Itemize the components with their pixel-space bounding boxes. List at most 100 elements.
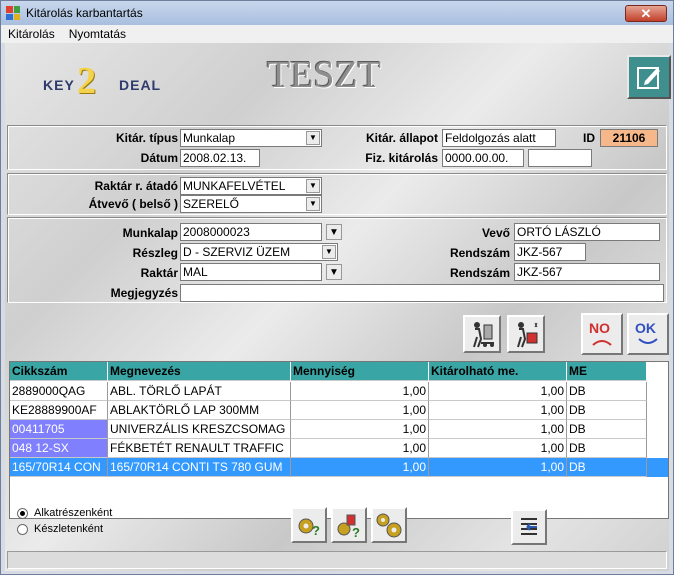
kitar-allapot-field[interactable]: Feldolgozás alatt: [442, 129, 556, 147]
worker-box-icon: [517, 322, 538, 348]
atvevo-select[interactable]: SZERELŐ ▼: [180, 195, 322, 213]
col-header-kitarolhato[interactable]: Kitárolható me.: [429, 362, 567, 381]
id-value: 21106: [600, 129, 658, 147]
title-bar: Kitárolás karbantartás ✕: [1, 1, 673, 25]
menu-item-nyomtatas[interactable]: Nyomtatás: [62, 27, 133, 41]
col-header-megnevezes[interactable]: Megnevezés: [108, 362, 291, 381]
chevron-down-icon[interactable]: ▼: [306, 179, 320, 193]
datum-field[interactable]: 2008.02.13.: [180, 149, 260, 167]
kitar-tipus-value: Munkalap: [183, 131, 236, 145]
worksheet-panel: Munkalap 2008000023 ▼ Vevő ORTÓ LÁSZLÓ R…: [7, 217, 667, 303]
svg-text:?: ?: [312, 523, 320, 538]
id-label: ID: [583, 131, 595, 145]
cell-megnevezes: ABLAKTÖRLŐ LAP 300MM: [108, 401, 291, 420]
datum-label: Dátum: [140, 151, 178, 165]
gears-icon: [376, 513, 402, 538]
fiz-kitarolas-label: Fiz. kitárolás: [365, 151, 438, 165]
cell-mennyiseg: 1,00: [291, 458, 429, 477]
gear-query-button[interactable]: ?: [291, 507, 327, 543]
raktar-label: Raktár: [140, 266, 178, 280]
cell-cikkszam: 048 12-SX: [10, 439, 108, 458]
environment-label: TESZT: [267, 54, 381, 96]
kitar-allapot-label: Kitár. állapot: [365, 131, 438, 145]
cell-kitarolhato: 1,00: [429, 439, 567, 458]
edit-button[interactable]: [627, 55, 671, 99]
cell-me: DB: [567, 439, 647, 458]
cell-me: DB: [567, 382, 647, 401]
window-title: Kitárolás karbantartás: [26, 6, 143, 20]
list-arrow-icon: [521, 518, 537, 535]
table-header: Cikkszám Megnevezés Mennyiség Kitárolhat…: [10, 362, 647, 381]
vevo-label: Vevő: [481, 226, 510, 240]
cell-mennyiseg: 1,00: [291, 439, 429, 458]
cell-me: DB: [567, 458, 647, 477]
menu-bar: Kitárolás Nyomtatás: [1, 25, 673, 43]
cell-megnevezes: 165/70R14 CONTI TS 780 GUM: [108, 458, 291, 477]
cell-kitarolhato: 1,00: [429, 382, 567, 401]
table-row-selected[interactable]: 165/70R14 CON 165/70R14 CONTI TS 780 GUM…: [10, 458, 668, 477]
raktar-atado-select[interactable]: MUNKAFELVÉTEL ▼: [180, 177, 322, 195]
chevron-down-icon[interactable]: ▼: [306, 197, 320, 211]
option-keszlet[interactable]: Készletenként: [17, 523, 103, 535]
reszleg-select[interactable]: D - SZERVIZ ÜZEM ▼: [180, 243, 338, 261]
cell-kitarolhato: 1,00: [429, 420, 567, 439]
close-button[interactable]: ✕: [625, 5, 667, 22]
menu-item-kitarolas[interactable]: Kitárolás: [1, 27, 62, 41]
cell-cikkszam: KE28889900AF: [10, 401, 108, 420]
munkalap-field[interactable]: 2008000023: [180, 223, 322, 241]
chevron-down-icon[interactable]: ▼: [306, 131, 320, 145]
rendszam1-label: Rendszám: [449, 246, 510, 260]
list-export-button[interactable]: [511, 509, 547, 545]
col-header-mennyiseg[interactable]: Mennyiség: [291, 362, 429, 381]
raktar-lookup-icon[interactable]: ▼: [326, 264, 342, 280]
rendszam1-field[interactable]: JKZ-567: [514, 243, 586, 261]
option-alkatresz[interactable]: Alkatrészenként: [17, 507, 112, 519]
munkalap-lookup-icon[interactable]: ▼: [326, 224, 342, 240]
cell-megnevezes: UNIVERZÁLIS KRESZCSOMAG: [108, 420, 291, 439]
stock-out-button[interactable]: [463, 315, 501, 353]
atvevo-label: Átvevő ( belső ): [88, 197, 178, 211]
form-client-area: KEY 2 DEAL TESZT Kitár. típus Munkalap ▼…: [5, 43, 671, 571]
parts-question-icon: ?: [337, 514, 360, 539]
table-row[interactable]: KE28889900AF ABLAKTÖRLŐ LAP 300MM 1,00 1…: [10, 401, 647, 420]
fiz-kitarolas-field[interactable]: 0000.00.00.: [442, 149, 524, 167]
raktar-field[interactable]: MAL: [180, 263, 322, 281]
col-header-cikkszam[interactable]: Cikkszám: [10, 362, 108, 381]
logo-key-text: KEY: [43, 77, 75, 93]
gear-question-icon: ?: [298, 518, 320, 538]
vevo-field[interactable]: ORTÓ LÁSZLÓ: [514, 223, 660, 241]
no-text: NO: [589, 320, 610, 336]
main-window: Kitárolás karbantartás ✕ Kitárolás Nyomt…: [0, 0, 674, 575]
cell-mennyiseg: 1,00: [291, 420, 429, 439]
status-bar: [7, 551, 667, 569]
radio-checked-icon[interactable]: [17, 507, 28, 519]
table-row[interactable]: 2889000QAG ABL. TÖRLŐ LAPÁT 1,00 1,00 DB: [10, 382, 647, 401]
gears-button[interactable]: [371, 507, 407, 543]
radio-unchecked-icon[interactable]: [17, 523, 28, 535]
table-row[interactable]: 048 12-SX FÉKBETÉT RENAULT TRAFFIC 1,00 …: [10, 439, 647, 458]
kitar-tipus-select[interactable]: Munkalap ▼: [180, 129, 322, 147]
fiz-kitarolas-extra-field[interactable]: [528, 149, 592, 167]
table-row[interactable]: 00411705 UNIVERZÁLIS KRESZCSOMAG 1,00 1,…: [10, 420, 647, 439]
reszleg-label: Részleg: [132, 246, 178, 260]
raktar-atado-label: Raktár r. átadó: [94, 179, 178, 193]
cell-megnevezes: ABL. TÖRLŐ LAPÁT: [108, 382, 291, 401]
items-table[interactable]: Cikkszám Megnevezés Mennyiség Kitárolhat…: [9, 361, 669, 519]
no-button[interactable]: NO: [581, 313, 623, 355]
rendszam2-label: Rendszám: [449, 266, 510, 280]
parts-query-button[interactable]: ?: [331, 507, 367, 543]
cell-megnevezes: FÉKBETÉT RENAULT TRAFFIC: [108, 439, 291, 458]
worker-cart-icon: [473, 322, 494, 348]
megjegyzes-label: Megjegyzés: [110, 286, 178, 300]
chevron-down-icon[interactable]: ▼: [322, 245, 336, 259]
smile-face-icon: OK: [635, 320, 658, 344]
stock-return-button[interactable]: [507, 315, 545, 353]
kitar-tipus-label: Kitár. típus: [115, 131, 178, 145]
col-header-me[interactable]: ME: [567, 362, 647, 381]
rendszam2-field[interactable]: JKZ-567: [514, 263, 660, 281]
cell-me: DB: [567, 420, 647, 439]
header-panel: Kitár. típus Munkalap ▼ Kitár. állapot F…: [7, 125, 667, 170]
megjegyzes-field[interactable]: [180, 284, 664, 302]
ok-button[interactable]: OK: [627, 313, 669, 355]
cell-mennyiseg: 1,00: [291, 382, 429, 401]
